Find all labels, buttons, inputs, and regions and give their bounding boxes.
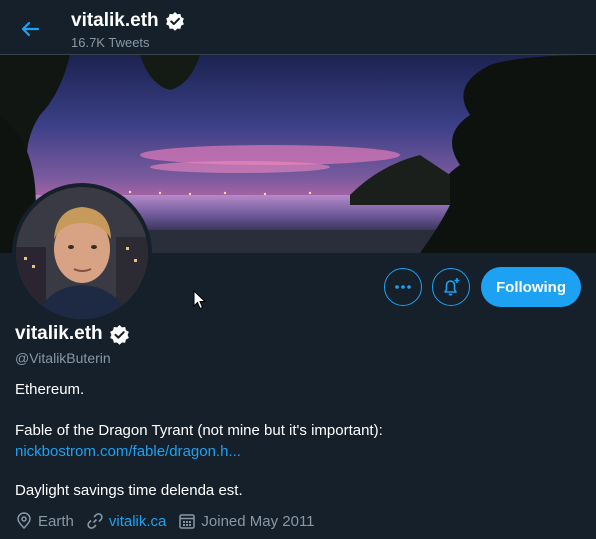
profile-header: vitalik.eth 16.7K Tweets	[0, 0, 596, 55]
location-text: Earth	[38, 512, 74, 530]
avatar-image	[16, 187, 148, 319]
bio-link[interactable]: nickbostrom.com/fable/dragon.h...	[15, 443, 241, 460]
more-button[interactable]	[384, 268, 422, 306]
profile-name-row: vitalik.eth	[15, 323, 130, 345]
joined-text: Joined May 2011	[201, 512, 315, 530]
joined-item: Joined May 2011	[178, 512, 315, 530]
calendar-icon	[179, 514, 196, 529]
notifications-button[interactable]	[432, 268, 470, 306]
tweets-count: 16.7K Tweets	[71, 35, 150, 50]
profile-display-name: vitalik.eth	[15, 323, 103, 344]
more-icon	[395, 285, 411, 289]
website-item[interactable]: vitalik.ca	[86, 512, 167, 530]
location-item: Earth	[15, 512, 74, 530]
location-pin-icon	[17, 512, 31, 530]
website-link[interactable]: vitalik.ca	[109, 513, 167, 530]
profile-handle: @VitalikButerin	[15, 350, 111, 366]
bio-line-1: Ethereum.	[15, 381, 85, 398]
back-arrow-icon	[21, 21, 40, 37]
header-title: vitalik.eth	[71, 10, 159, 31]
avatar[interactable]	[12, 183, 152, 323]
mouse-cursor-icon	[193, 290, 207, 310]
verified-badge-icon	[165, 12, 184, 31]
following-button[interactable]: Following	[481, 267, 581, 307]
bio-line-2: Fable of the Dragon Tyrant (not mine but…	[15, 422, 383, 439]
back-button[interactable]	[16, 15, 44, 43]
profile-meta: Earth vitalik.ca Joined May 2011	[15, 512, 327, 530]
bio-line-3: Daylight savings time delenda est.	[15, 482, 243, 499]
link-icon	[87, 513, 103, 529]
notification-bell-plus-icon	[444, 278, 460, 296]
verified-badge-icon	[109, 324, 129, 345]
header-title-row: vitalik.eth	[71, 10, 185, 32]
